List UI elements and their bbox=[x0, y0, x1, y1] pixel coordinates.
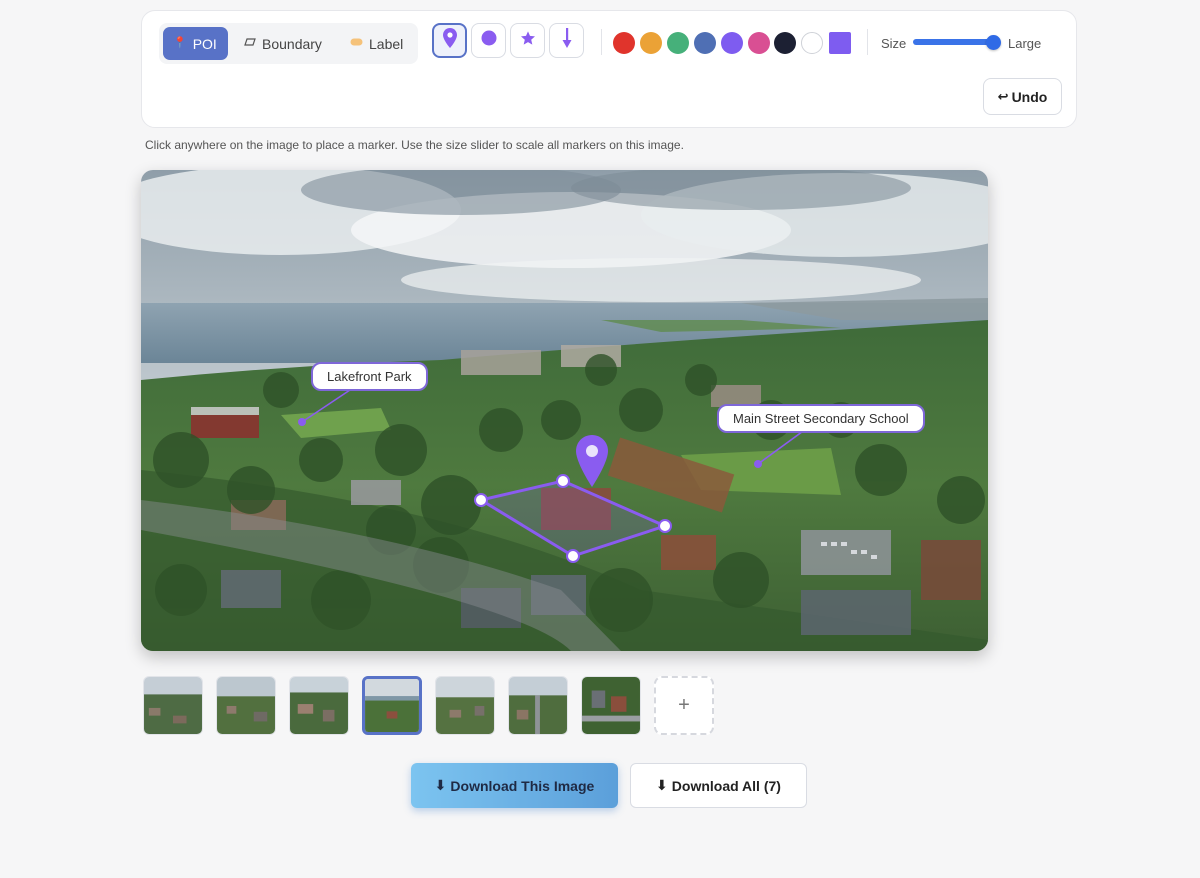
download-icon: ⬇ bbox=[434, 777, 447, 793]
custom-color-picker[interactable] bbox=[829, 32, 851, 54]
school-anchor-dot[interactable] bbox=[754, 460, 762, 468]
polygon-icon bbox=[244, 37, 256, 50]
mode-label-button[interactable]: Label bbox=[340, 27, 414, 60]
thumbnail-4-selected[interactable] bbox=[362, 676, 422, 735]
download-this-image-button[interactable]: ⬇ Download This Image bbox=[411, 763, 618, 808]
marker-dot-button[interactable] bbox=[471, 23, 506, 58]
undo-label: Undo bbox=[1011, 88, 1048, 105]
undo-icon: ↩ bbox=[997, 88, 1009, 104]
marker-arrow-button[interactable] bbox=[549, 23, 584, 58]
lakefront-anchor-dot[interactable] bbox=[298, 418, 306, 426]
download-icon: ⬇ bbox=[656, 777, 668, 793]
mode-boundary-label: Boundary bbox=[262, 35, 322, 52]
pin-icon: 📍 bbox=[173, 37, 187, 49]
toolbar-divider bbox=[867, 29, 868, 55]
plus-icon: + bbox=[678, 694, 690, 716]
thumbnail-image bbox=[509, 677, 567, 734]
thumbnail-6[interactable] bbox=[508, 676, 568, 735]
size-value-label: Large bbox=[1008, 36, 1042, 51]
arrow-marker-icon bbox=[562, 27, 572, 54]
pin-marker-icon bbox=[442, 27, 458, 54]
add-image-button[interactable]: + bbox=[654, 676, 714, 735]
thumbnail-5[interactable] bbox=[435, 676, 495, 735]
mode-selector: 📍 POI Boundary Label bbox=[159, 23, 418, 64]
boundary-vertex-handle[interactable] bbox=[556, 474, 570, 488]
thumbnail-image bbox=[217, 677, 275, 734]
color-swatch-green[interactable] bbox=[667, 32, 689, 54]
thumbnail-image bbox=[290, 677, 348, 734]
boundary-vertex-handle[interactable] bbox=[474, 493, 488, 507]
thumbnail-image bbox=[144, 677, 202, 734]
star-marker-icon bbox=[520, 30, 536, 51]
thumbnail-2[interactable] bbox=[216, 676, 276, 735]
color-swatch-purple[interactable] bbox=[721, 32, 743, 54]
thumbnail-image bbox=[365, 679, 419, 732]
mode-poi-button[interactable]: 📍 POI bbox=[163, 27, 228, 60]
download-all-button[interactable]: ⬇ Download All (7) bbox=[630, 763, 807, 808]
boundary-vertex-handle[interactable] bbox=[658, 519, 672, 533]
undo-button[interactable]: ↩ Undo bbox=[983, 78, 1062, 115]
label-main-street-school[interactable]: Main Street Secondary School bbox=[717, 404, 925, 433]
color-swatch-white[interactable] bbox=[801, 32, 823, 54]
color-swatch-black[interactable] bbox=[774, 32, 796, 54]
tag-icon bbox=[350, 38, 363, 49]
size-slider-thumb[interactable] bbox=[986, 35, 1001, 50]
marker-star-button[interactable] bbox=[510, 23, 545, 58]
download-all-label: Download All (7) bbox=[671, 777, 781, 794]
color-swatch-blue[interactable] bbox=[694, 32, 716, 54]
mode-poi-label: POI bbox=[192, 35, 217, 52]
annotation-toolbar: 📍 POI Boundary Label Size Large ↩ Undo bbox=[141, 10, 1077, 128]
color-swatch-pink[interactable] bbox=[748, 32, 770, 54]
thumbnail-image bbox=[582, 677, 640, 734]
image-canvas[interactable]: Lakefront Park Main Street Secondary Sch… bbox=[141, 170, 988, 651]
label-lakefront-park[interactable]: Lakefront Park bbox=[311, 362, 428, 391]
mode-boundary-button[interactable]: Boundary bbox=[234, 27, 334, 60]
mode-label-label: Label bbox=[369, 35, 404, 52]
thumbnail-1[interactable] bbox=[143, 676, 203, 735]
dot-marker-icon bbox=[481, 30, 497, 51]
boundary-vertex-handle[interactable] bbox=[566, 549, 580, 563]
download-this-label: Download This Image bbox=[450, 777, 595, 794]
marker-pin-button[interactable] bbox=[432, 23, 467, 58]
instruction-hint: Click anywhere on the image to place a m… bbox=[145, 138, 684, 152]
color-swatch-orange[interactable] bbox=[640, 32, 662, 54]
thumbnail-7[interactable] bbox=[581, 676, 641, 735]
thumbnail-image bbox=[436, 677, 494, 734]
toolbar-divider bbox=[601, 29, 602, 55]
thumbnail-3[interactable] bbox=[289, 676, 349, 735]
size-label: Size bbox=[881, 36, 907, 51]
color-swatch-red[interactable] bbox=[613, 32, 635, 54]
